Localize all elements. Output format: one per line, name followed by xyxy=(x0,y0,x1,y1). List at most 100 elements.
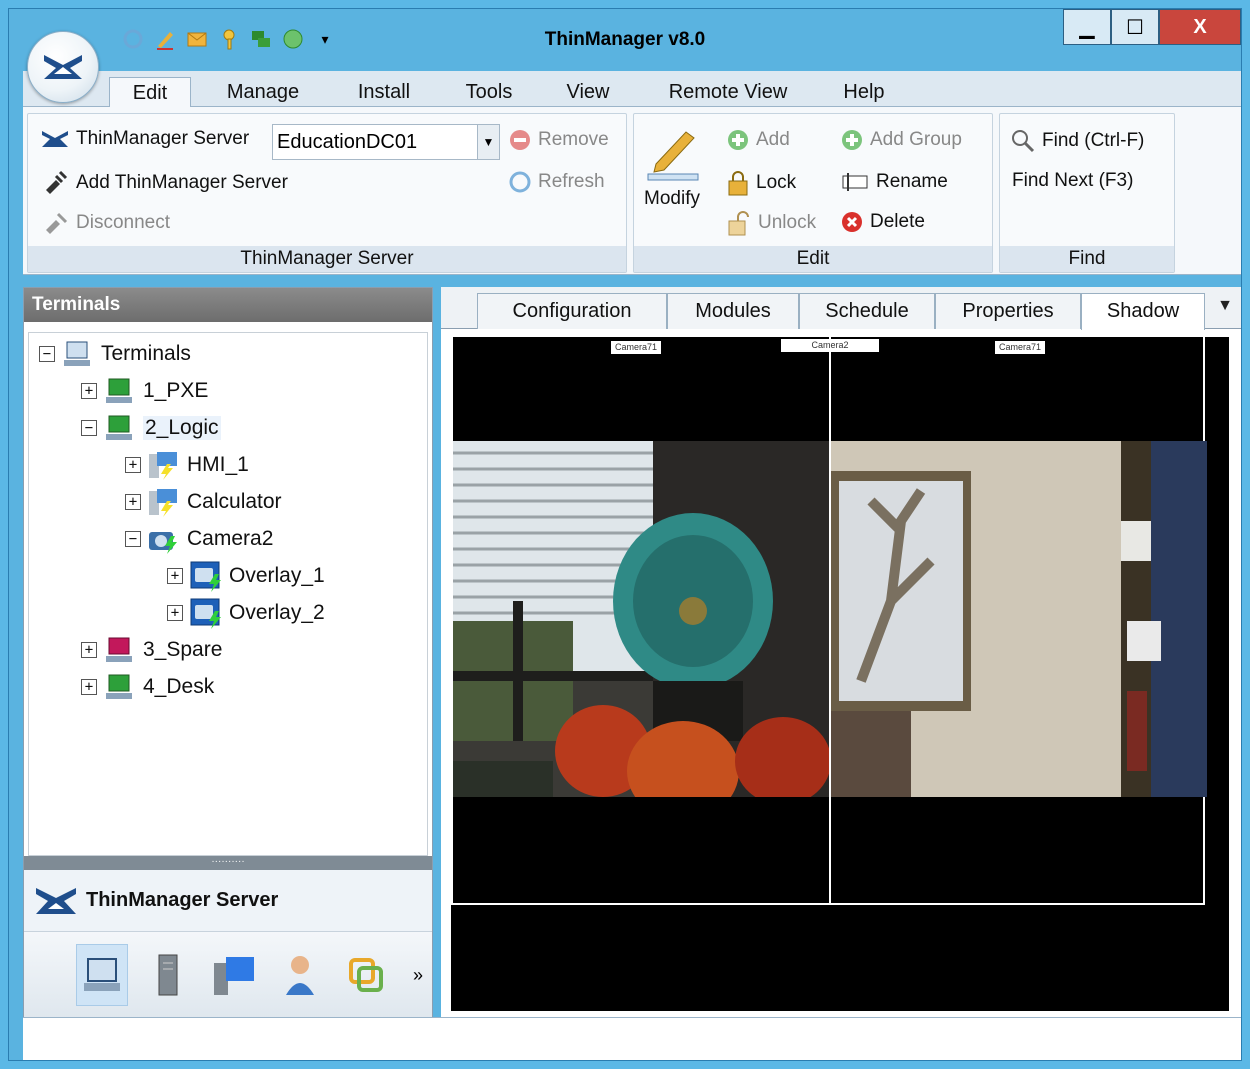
tree-node-camera2[interactable]: − Camera2 xyxy=(125,522,273,556)
terminals-tree: − Terminals + 1_PXE − 2_Logic + HMI_1 + xyxy=(28,332,428,856)
tab-configuration[interactable]: Configuration xyxy=(477,293,667,329)
add-label: Add xyxy=(756,129,790,150)
thinmanager-logo-icon xyxy=(42,131,68,147)
rename-button[interactable]: Rename xyxy=(840,170,948,194)
collapse-icon[interactable]: − xyxy=(39,346,55,362)
chevron-down-icon[interactable]: ▼ xyxy=(477,125,499,159)
camera-label-left: Camera71 xyxy=(611,341,662,354)
details-panel: Configuration Modules Schedule Propertie… xyxy=(441,287,1241,1017)
tree-label: 1_PXE xyxy=(143,379,209,402)
terminals-panel: Terminals − Terminals + 1_PXE − 2_Logic … xyxy=(23,287,433,1018)
tree-node-4-desk[interactable]: + 4_Desk xyxy=(81,670,214,704)
remove-label: Remove xyxy=(538,129,609,150)
rename-label: Rename xyxy=(876,171,948,192)
add-server-button[interactable]: Add ThinManager Server xyxy=(40,170,288,196)
collapse-icon[interactable]: − xyxy=(81,420,97,436)
expand-icon[interactable]: + xyxy=(167,568,183,584)
shadow-viewer[interactable]: Camera71 Camera2 Camera71 xyxy=(451,337,1229,1011)
maximize-button[interactable]: ☐ xyxy=(1111,9,1159,45)
expand-icon[interactable]: + xyxy=(81,679,97,695)
tab-menu-icon[interactable]: ▼ xyxy=(1217,297,1233,315)
lock-button[interactable]: Lock xyxy=(726,170,796,196)
disconnect-button[interactable]: Disconnect xyxy=(40,210,170,236)
unlock-icon xyxy=(728,211,749,236)
tree-label: Overlay_2 xyxy=(229,601,325,624)
tree-node-overlay-1[interactable]: + Overlay_1 xyxy=(167,559,325,593)
magnifier-icon xyxy=(1012,130,1035,153)
thinmanager-logo-icon xyxy=(36,887,76,914)
panel-splitter[interactable]: ·········· xyxy=(24,856,432,870)
tree-label: 2_Logic xyxy=(143,416,221,440)
tree-node-1-pxe[interactable]: + 1_PXE xyxy=(81,374,208,408)
find-next-button[interactable]: Find Next (F3) xyxy=(1012,170,1133,192)
add-group-button[interactable]: Add Group xyxy=(840,128,962,152)
expand-icon[interactable]: + xyxy=(167,605,183,621)
tab-schedule[interactable]: Schedule xyxy=(799,293,935,329)
modify-button[interactable]: Modify xyxy=(642,124,702,210)
refresh-button[interactable]: Refresh xyxy=(508,170,605,194)
group-title-find: Find xyxy=(1000,246,1174,272)
terminals-nav-icon[interactable] xyxy=(76,944,128,1006)
tab-modules[interactable]: Modules xyxy=(667,293,799,329)
vmware-nav-icon[interactable] xyxy=(340,944,392,1006)
tree-label: Calculator xyxy=(187,490,282,513)
remove-icon xyxy=(510,130,530,150)
delete-icon xyxy=(842,212,862,232)
collapse-icon[interactable]: − xyxy=(125,531,141,547)
window-controls: ▁ ☐ X xyxy=(1063,9,1241,45)
ribbon: ThinManager Server EducationDC01 ▼ Remov… xyxy=(23,107,1241,275)
close-button[interactable]: X xyxy=(1159,9,1241,45)
users-nav-icon[interactable] xyxy=(274,944,326,1006)
server-label: ThinManager Server xyxy=(40,128,249,150)
ribbon-tab-remote-view[interactable]: Remote View xyxy=(655,77,801,107)
lock-label: Lock xyxy=(756,172,797,193)
unlock-button[interactable]: Unlock xyxy=(726,210,816,236)
more-nav-icon[interactable]: » xyxy=(406,944,430,1006)
find-next-label: Find Next (F3) xyxy=(1012,170,1134,191)
add-button[interactable]: Add xyxy=(726,128,790,152)
pencil-ruler-icon xyxy=(647,131,699,181)
tree-node-terminals[interactable]: − Terminals xyxy=(39,337,191,371)
remove-button[interactable]: Remove xyxy=(508,128,609,152)
display-clients-nav-icon[interactable] xyxy=(208,944,260,1006)
thinmanager-logo-icon xyxy=(44,55,82,79)
ribbon-tab-help[interactable]: Help xyxy=(829,77,899,107)
plug-icon xyxy=(46,170,68,194)
server-combo[interactable]: EducationDC01 ▼ xyxy=(272,124,500,160)
ribbon-tab-edit[interactable]: Edit xyxy=(109,77,191,108)
nav-pane-buttons: » xyxy=(24,932,432,1018)
camera-label-center: Camera2 xyxy=(781,339,879,352)
ribbon-tab-manage[interactable]: Manage xyxy=(213,77,313,107)
app-menu-button[interactable] xyxy=(27,31,99,103)
tree-node-2-logic[interactable]: − 2_Logic xyxy=(81,411,221,445)
ribbon-tab-view[interactable]: View xyxy=(553,77,623,107)
expand-icon[interactable]: + xyxy=(81,383,97,399)
expand-icon[interactable]: + xyxy=(125,494,141,510)
disconnect-label: Disconnect xyxy=(76,212,170,233)
ribbon-tab-install[interactable]: Install xyxy=(341,77,427,107)
server-nav-icon[interactable] xyxy=(142,944,194,1006)
tree-label: 3_Spare xyxy=(143,638,223,661)
tab-shadow[interactable]: Shadow xyxy=(1081,293,1205,330)
ribbon-tab-tools[interactable]: Tools xyxy=(451,77,527,107)
tree-node-hmi-1[interactable]: + HMI_1 xyxy=(125,448,249,482)
expand-icon[interactable]: + xyxy=(81,642,97,658)
delete-button[interactable]: Delete xyxy=(840,210,925,234)
tab-properties[interactable]: Properties xyxy=(935,293,1081,329)
camera-client-icon xyxy=(147,524,179,554)
minimize-button[interactable]: ▁ xyxy=(1063,9,1111,45)
find-button[interactable]: Find (Ctrl-F) xyxy=(1010,128,1144,154)
server-label-text: ThinManager Server xyxy=(76,128,250,149)
group-thinmanager-server: ThinManager Server EducationDC01 ▼ Remov… xyxy=(27,113,627,273)
tree-label: Camera2 xyxy=(187,527,274,550)
group-edit: Modify Add Add Group Lock Rename Unlock xyxy=(633,113,993,273)
tree-node-overlay-2[interactable]: + Overlay_2 xyxy=(167,596,325,630)
unlock-label: Unlock xyxy=(758,212,817,233)
tree-label: HMI_1 xyxy=(187,453,249,476)
nav-pane-title: ThinManager Server xyxy=(24,870,432,932)
refresh-icon xyxy=(509,171,531,193)
tree-node-3-spare[interactable]: + 3_Spare xyxy=(81,633,222,667)
camera-overlay-icon xyxy=(189,561,221,592)
tree-node-calculator[interactable]: + Calculator xyxy=(125,485,282,519)
expand-icon[interactable]: + xyxy=(125,457,141,473)
